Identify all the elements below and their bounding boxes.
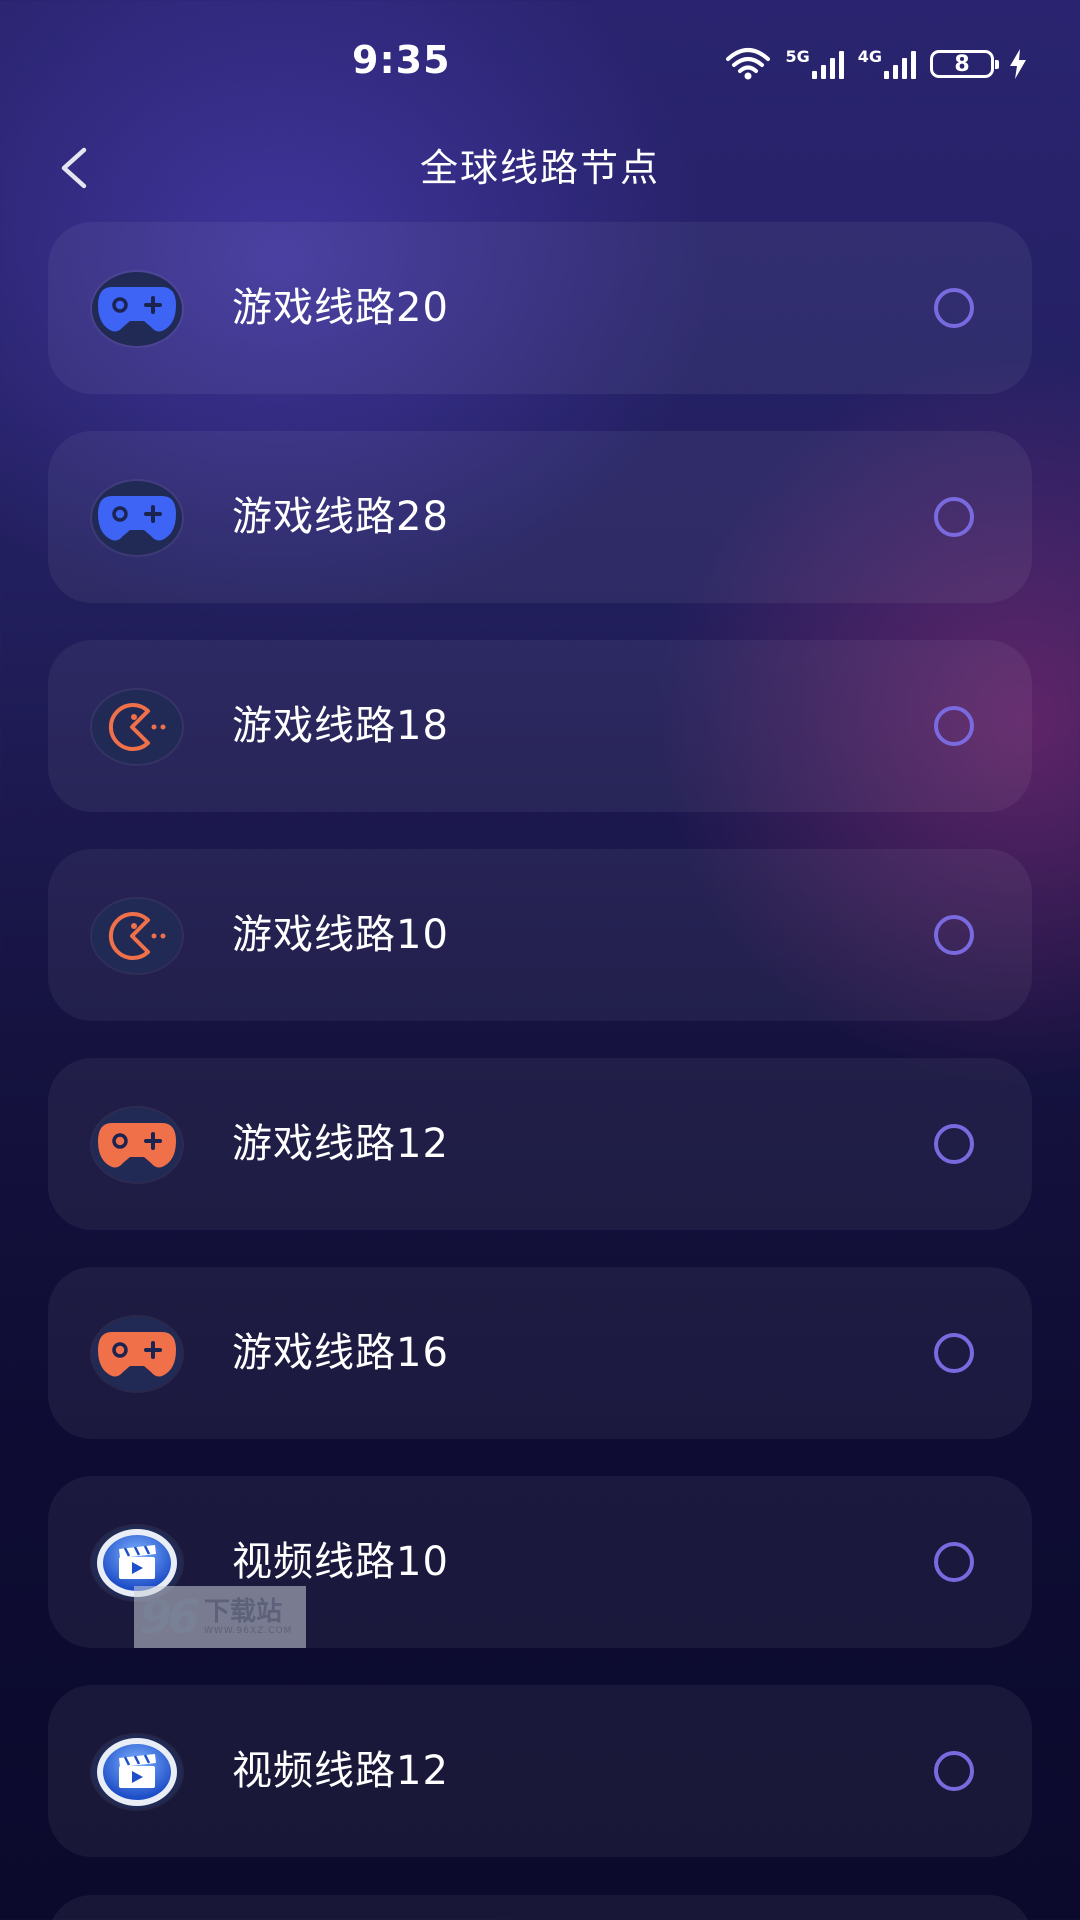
charging-icon <box>1010 49 1026 79</box>
network-5g-label: 5G <box>785 47 810 66</box>
route-item-game-18[interactable]: 游戏线路18 <box>48 640 1032 812</box>
route-item-game-16[interactable]: 游戏线路16 <box>48 1267 1032 1439</box>
watermark-text: 下载站 <box>204 1597 283 1627</box>
route-name: 游戏线路16 <box>232 1330 449 1376</box>
route-name: 游戏线路12 <box>232 1121 449 1167</box>
route-item-game-20[interactable]: 游戏线路20 <box>48 222 1032 394</box>
signal-4g-icon: 4G <box>858 49 916 79</box>
battery-icon: 8 <box>930 50 999 78</box>
gamepad-blue-icon <box>92 481 182 555</box>
wifi-icon <box>726 48 771 80</box>
gamepad-blue-icon <box>92 272 182 346</box>
pacman-orange-icon <box>92 690 182 764</box>
route-radio[interactable] <box>934 706 974 746</box>
route-name: 游戏线路28 <box>232 494 449 540</box>
status-time: 9:35 <box>352 38 451 82</box>
route-radio[interactable] <box>934 497 974 537</box>
pacman-orange-icon <box>92 899 182 973</box>
page-title: 全球线路节点 <box>419 146 660 190</box>
route-name: 游戏线路18 <box>232 703 449 749</box>
route-radio[interactable] <box>934 288 974 328</box>
watermark-digits: 96 <box>140 1590 200 1644</box>
route-radio[interactable] <box>934 1333 974 1373</box>
route-item-game-10[interactable]: 游戏线路10 <box>48 849 1032 1021</box>
status-icons: 5G 4G 8 <box>725 44 1028 84</box>
route-radio[interactable] <box>934 1124 974 1164</box>
header: 全球线路节点 <box>0 130 1080 210</box>
route-name: 游戏线路20 <box>232 285 449 331</box>
route-name: 游戏线路10 <box>232 912 449 958</box>
video-clapper-icon <box>92 1735 182 1809</box>
route-item-partial[interactable] <box>48 1895 1032 1920</box>
route-item-game-12[interactable]: 游戏线路12 <box>48 1058 1032 1230</box>
gamepad-orange-icon <box>92 1317 182 1391</box>
route-item-video-12[interactable]: 视频线路12 <box>48 1685 1032 1857</box>
watermark-url: WWW.96XZ.COM <box>204 1626 293 1636</box>
route-item-game-28[interactable]: 游戏线路28 <box>48 431 1032 603</box>
route-name: 视频线路12 <box>232 1748 449 1794</box>
status-bar: 9:35 5G 4G 8 <box>0 0 1080 120</box>
route-radio[interactable] <box>934 915 974 955</box>
network-4g-label: 4G <box>857 47 882 66</box>
route-radio[interactable] <box>934 1751 974 1791</box>
route-radio[interactable] <box>934 1542 974 1582</box>
gamepad-orange-icon <box>92 1108 182 1182</box>
signal-5g-icon: 5G <box>785 47 844 79</box>
battery-level: 8 <box>954 51 970 77</box>
watermark: 96 下载站 WWW.96XZ.COM <box>134 1586 306 1648</box>
